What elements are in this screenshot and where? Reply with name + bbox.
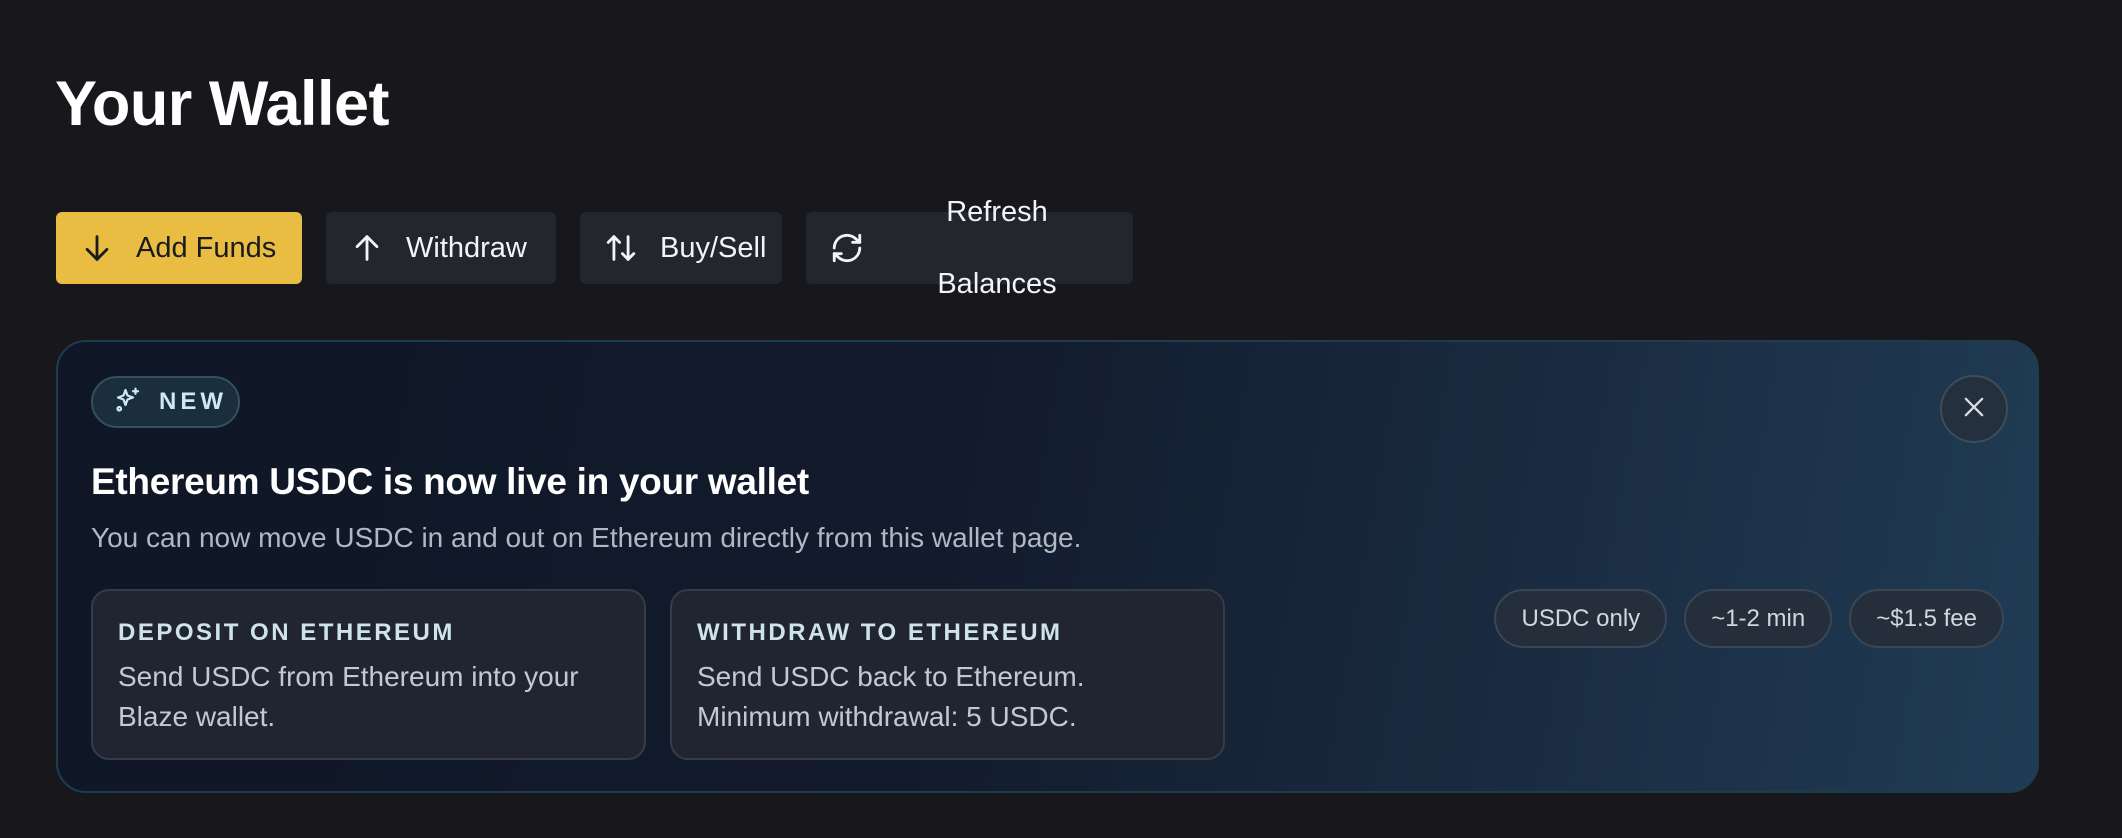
wallet-page: Your Wallet Add Funds Withdraw Buy/Sell …: [0, 0, 2122, 838]
deposit-info-card: DEPOSIT ON ETHEREUM Send USDC from Ether…: [91, 589, 646, 760]
withdraw-card-description: Send USDC back to Ethereum. Minimum with…: [697, 661, 1085, 732]
deposit-card-title: DEPOSIT ON ETHEREUM: [118, 619, 455, 646]
withdraw-label: Withdraw: [406, 232, 527, 264]
add-funds-label: Add Funds: [136, 232, 277, 264]
withdraw-card-title: WITHDRAW TO ETHEREUM: [697, 619, 1063, 646]
chip-transfer-time: ~1-2 min: [1684, 589, 1833, 648]
page-title: Your Wallet: [55, 69, 390, 139]
new-badge-label: NEW: [159, 388, 227, 415]
feature-chips: USDC only ~1-2 min ~$1.5 fee: [1494, 589, 2004, 648]
refresh-balances-button[interactable]: Refresh Balances: [806, 196, 1133, 300]
add-funds-button[interactable]: Add Funds: [56, 212, 302, 284]
chip-fee: ~$1.5 fee: [1849, 589, 2004, 648]
buy-sell-label: Buy/Sell: [660, 232, 767, 264]
chip-usdc-only: USDC only: [1494, 589, 1668, 648]
refresh-balances-label: Refresh Balances: [937, 196, 1057, 300]
wallet-actions-toolbar: Add Funds Withdraw Buy/Sell Refresh Bala…: [56, 196, 1133, 300]
ethereum-usdc-announcement: NEW Ethereum USDC is now live in your wa…: [56, 340, 2039, 793]
withdraw-info-card: WITHDRAW TO ETHEREUM Send USDC back to E…: [670, 589, 1225, 760]
deposit-card-description: Send USDC from Ethereum into your Blaze …: [118, 661, 579, 732]
buy-sell-button[interactable]: Buy/Sell: [580, 212, 782, 284]
refresh-icon: [830, 231, 864, 265]
announcement-title: Ethereum USDC is now live in your wallet: [91, 461, 809, 502]
arrows-up-down-icon: [604, 231, 638, 265]
dismiss-announcement-button[interactable]: [1940, 375, 2008, 443]
new-badge: NEW: [91, 376, 240, 428]
arrow-up-icon: [350, 231, 384, 265]
sparkles-icon: [113, 385, 143, 420]
announcement-subtitle: You can now move USDC in and out on Ethe…: [91, 522, 1082, 553]
arrow-down-icon: [80, 231, 114, 265]
close-icon: [1960, 393, 1988, 426]
withdraw-button[interactable]: Withdraw: [326, 212, 556, 284]
